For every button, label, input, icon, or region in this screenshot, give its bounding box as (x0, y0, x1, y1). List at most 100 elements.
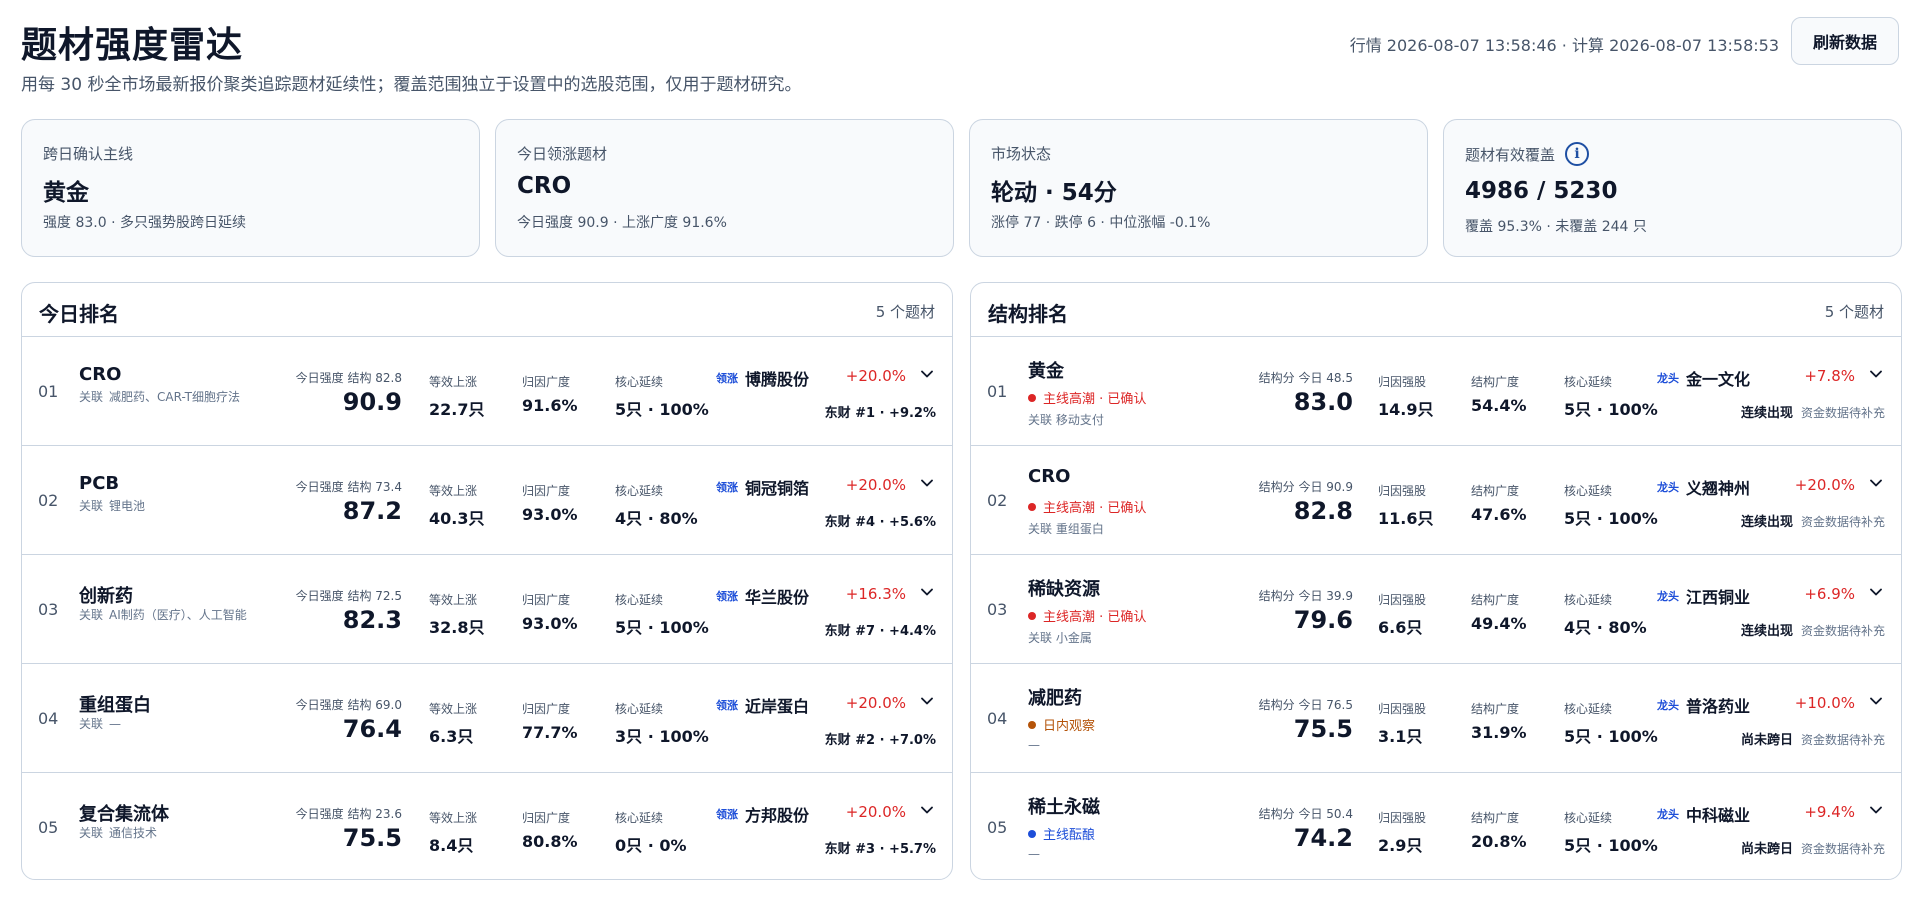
metric-value: 6.3只 (429, 727, 474, 746)
theme-name[interactable]: 稀缺资源 (1028, 575, 1100, 601)
leader-stock[interactable]: 领涨 铜冠铜箔 (716, 475, 809, 499)
chevron-down-icon[interactable] (1868, 801, 1884, 819)
theme-name[interactable]: CRO (1028, 466, 1070, 487)
metric-value: 5只 · 100% (1564, 727, 1658, 746)
metric-value: 3只 · 100% (615, 727, 709, 746)
score-column: 结构分 今日 48.5 83.0 (1223, 369, 1353, 416)
chevron-down-icon[interactable] (919, 365, 935, 383)
leader-stock[interactable]: 龙头 中科磁业 (1657, 802, 1750, 826)
sub-score: 结构 23.6 (347, 807, 402, 821)
leader-stock[interactable]: 龙头 金一文化 (1657, 366, 1750, 390)
chevron-down-icon[interactable] (1868, 692, 1884, 710)
chevron-down-icon[interactable] (919, 801, 935, 819)
metric-1: 归因强股 11.6只 (1378, 482, 1433, 529)
ranking-row[interactable]: 04 减肥药 日内观察 — 结构分 今日 76.5 75.5 归因强股 3.1只 结构广度 31.… (971, 664, 1901, 773)
theme-status: 主线酝酿 (1028, 824, 1095, 843)
ranking-row[interactable]: 03 创新药 关联 AI制药（医疗）、人工智能 今日强度 结构 72.5 82.3 等效上涨… (22, 555, 952, 664)
leader-stock[interactable]: 领涨 方邦股份 (716, 802, 809, 826)
status-dot (1028, 611, 1036, 620)
metric-2: 归因广度 91.6% (522, 373, 578, 415)
metric-label: 核心延续 (1564, 484, 1613, 498)
metric-value: 49.4% (1471, 614, 1527, 633)
continuity-status: 连续出现 (1740, 624, 1793, 639)
ranking-row[interactable]: 04 重组蛋白 关联 — 今日强度 结构 69.0 76.4 等效上涨 6.3只 归因广度 77.… (22, 664, 952, 773)
theme-name[interactable]: 黄金 (1028, 357, 1064, 383)
metric-3: 核心延续 4只 · 80% (615, 482, 698, 529)
rank-number: 03 (38, 600, 59, 619)
theme-name[interactable]: 复合集流体 (79, 800, 169, 826)
theme-name[interactable]: 创新药 (79, 582, 133, 608)
metric-3: 核心延续 3只 · 100% (615, 700, 709, 747)
theme-name[interactable]: 重组蛋白 (79, 691, 151, 717)
chevron-down-icon[interactable] (919, 474, 935, 492)
card-main-theme: 跨日确认主线 黄金 强度 83.0 · 多只强势股跨日延续 (21, 119, 480, 257)
status-dot (1028, 829, 1036, 838)
metric-label: 结构广度 (1471, 375, 1520, 389)
panel-header: 今日排名 5 个题材 (22, 283, 952, 337)
ranking-row[interactable]: 05 复合集流体 关联 通信技术 今日强度 结构 23.6 75.5 等效上涨 8.4只 归因广… (22, 773, 952, 879)
chevron-down-icon[interactable] (1868, 474, 1884, 492)
ranking-row[interactable]: 03 稀缺资源 主线高潮 · 已确认 关联 小金属 结构分 今日 39.9 79.6 归因强… (971, 555, 1901, 664)
info-icon[interactable]: i (1565, 142, 1590, 166)
sub-line: 连续出现 资金数据待补充 (1741, 511, 1885, 530)
leader-stock[interactable]: 龙头 江西铜业 (1657, 584, 1750, 608)
page-title: 题材强度雷达 (21, 25, 244, 66)
metric-label: 等效上涨 (429, 484, 478, 498)
score-column: 结构分 今日 90.9 82.8 (1223, 478, 1353, 525)
metric-3: 核心延续 0只 · 0% (615, 809, 687, 856)
ranking-row[interactable]: 02 PCB 关联 锂电池 今日强度 结构 73.4 87.2 等效上涨 40.3只 归因广度 9… (22, 446, 952, 555)
theme-name[interactable]: PCB (79, 473, 119, 494)
card-detail: 覆盖 95.3% · 未覆盖 244 只 (1465, 219, 1647, 235)
ranking-row[interactable]: 01 黄金 主线高潮 · 已确认 关联 移动支付 结构分 今日 48.5 83.0 归因强股… (971, 337, 1901, 446)
metric-label: 结构广度 (1471, 593, 1520, 607)
status-text: 主线高潮 · 已确认 (1043, 392, 1147, 407)
metric-value: 40.3只 (429, 509, 485, 528)
chevron-down-icon[interactable] (1868, 583, 1884, 601)
refresh-button[interactable]: 刷新数据 (1791, 17, 1899, 65)
chevron-down-icon[interactable] (1868, 365, 1884, 383)
sub-score: 结构 69.0 (347, 698, 402, 712)
metric-1: 等效上涨 22.7只 (429, 373, 484, 420)
related-themes: 关联 减肥药、CAR-T细胞疗法 (79, 390, 254, 405)
metric-3: 核心延续 5只 · 100% (615, 373, 709, 420)
leader-stock[interactable]: 领涨 近岸蛋白 (716, 693, 809, 717)
chevron-down-icon[interactable] (919, 692, 935, 710)
ranking-row[interactable]: 02 CRO 主线高潮 · 已确认 关联 重组蛋白 结构分 今日 90.9 82.8 归因强… (971, 446, 1901, 555)
metric-label: 归因广度 (522, 484, 571, 498)
leader-stock[interactable]: 领涨 华兰股份 (716, 584, 809, 608)
continuity-status: 尚未跨日 (1740, 733, 1793, 748)
card-value: CRO (517, 173, 572, 199)
leader-tag: 龙头 (1657, 372, 1679, 385)
theme-name[interactable]: CRO (79, 364, 121, 385)
related-themes: 关联 重组蛋白 (1028, 522, 1104, 536)
metric-value: 77.7% (522, 723, 578, 742)
leader-change: +7.8% (1804, 367, 1855, 385)
score-label-text: 今日强度 (295, 371, 344, 385)
card-detail: 强度 83.0 · 多只强势股跨日延续 (43, 215, 246, 231)
status-dot (1028, 502, 1036, 511)
page-subtitle: 用每 30 秒全市场最新报价聚类追踪题材延续性；覆盖范围独立于设置中的选股范围，… (21, 75, 802, 95)
leader-tag: 龙头 (1657, 808, 1679, 821)
score-value: 76.4 (342, 715, 402, 743)
panel-header: 结构排名 5 个题材 (971, 283, 1901, 337)
ranking-row[interactable]: 05 稀土永磁 主线酝酿 — 结构分 今日 50.4 74.2 归因强股 2.9只 结构广度 20… (971, 773, 1901, 879)
sub-line: 东财 #7 · +4.4% (825, 620, 936, 639)
related-themes: 关联 移动支付 (1028, 413, 1104, 427)
related-themes: 关联 AI制药（医疗）、人工智能 (79, 608, 254, 623)
metric-value: 11.6只 (1378, 509, 1434, 528)
sub-line: 东财 #1 · +9.2% (825, 402, 936, 421)
metric-1: 等效上涨 6.3只 (429, 700, 477, 747)
related-label: 关联 (79, 499, 104, 513)
chevron-down-icon[interactable] (919, 583, 935, 601)
structure-ranking-panel: 结构排名 5 个题材 01 黄金 主线高潮 · 已确认 关联 移动支付 结构分 今日 4… (970, 282, 1902, 880)
leader-stock[interactable]: 龙头 义翘神州 (1657, 475, 1750, 499)
related-value: AI制药（医疗）、人工智能 (109, 608, 247, 622)
leader-stock[interactable]: 领涨 博腾股份 (716, 366, 809, 390)
theme-name[interactable]: 稀土永磁 (1028, 793, 1100, 819)
theme-name[interactable]: 减肥药 (1028, 684, 1082, 710)
score-value: 82.3 (342, 606, 402, 634)
theme-status: 主线高潮 · 已确认 (1028, 388, 1146, 407)
ranking-row[interactable]: 01 CRO 关联 减肥药、CAR-T细胞疗法 今日强度 结构 82.8 90.9 等效上涨… (22, 337, 952, 446)
leader-stock[interactable]: 龙头 普洛药业 (1657, 693, 1750, 717)
metric-value: 93.0% (522, 505, 578, 524)
